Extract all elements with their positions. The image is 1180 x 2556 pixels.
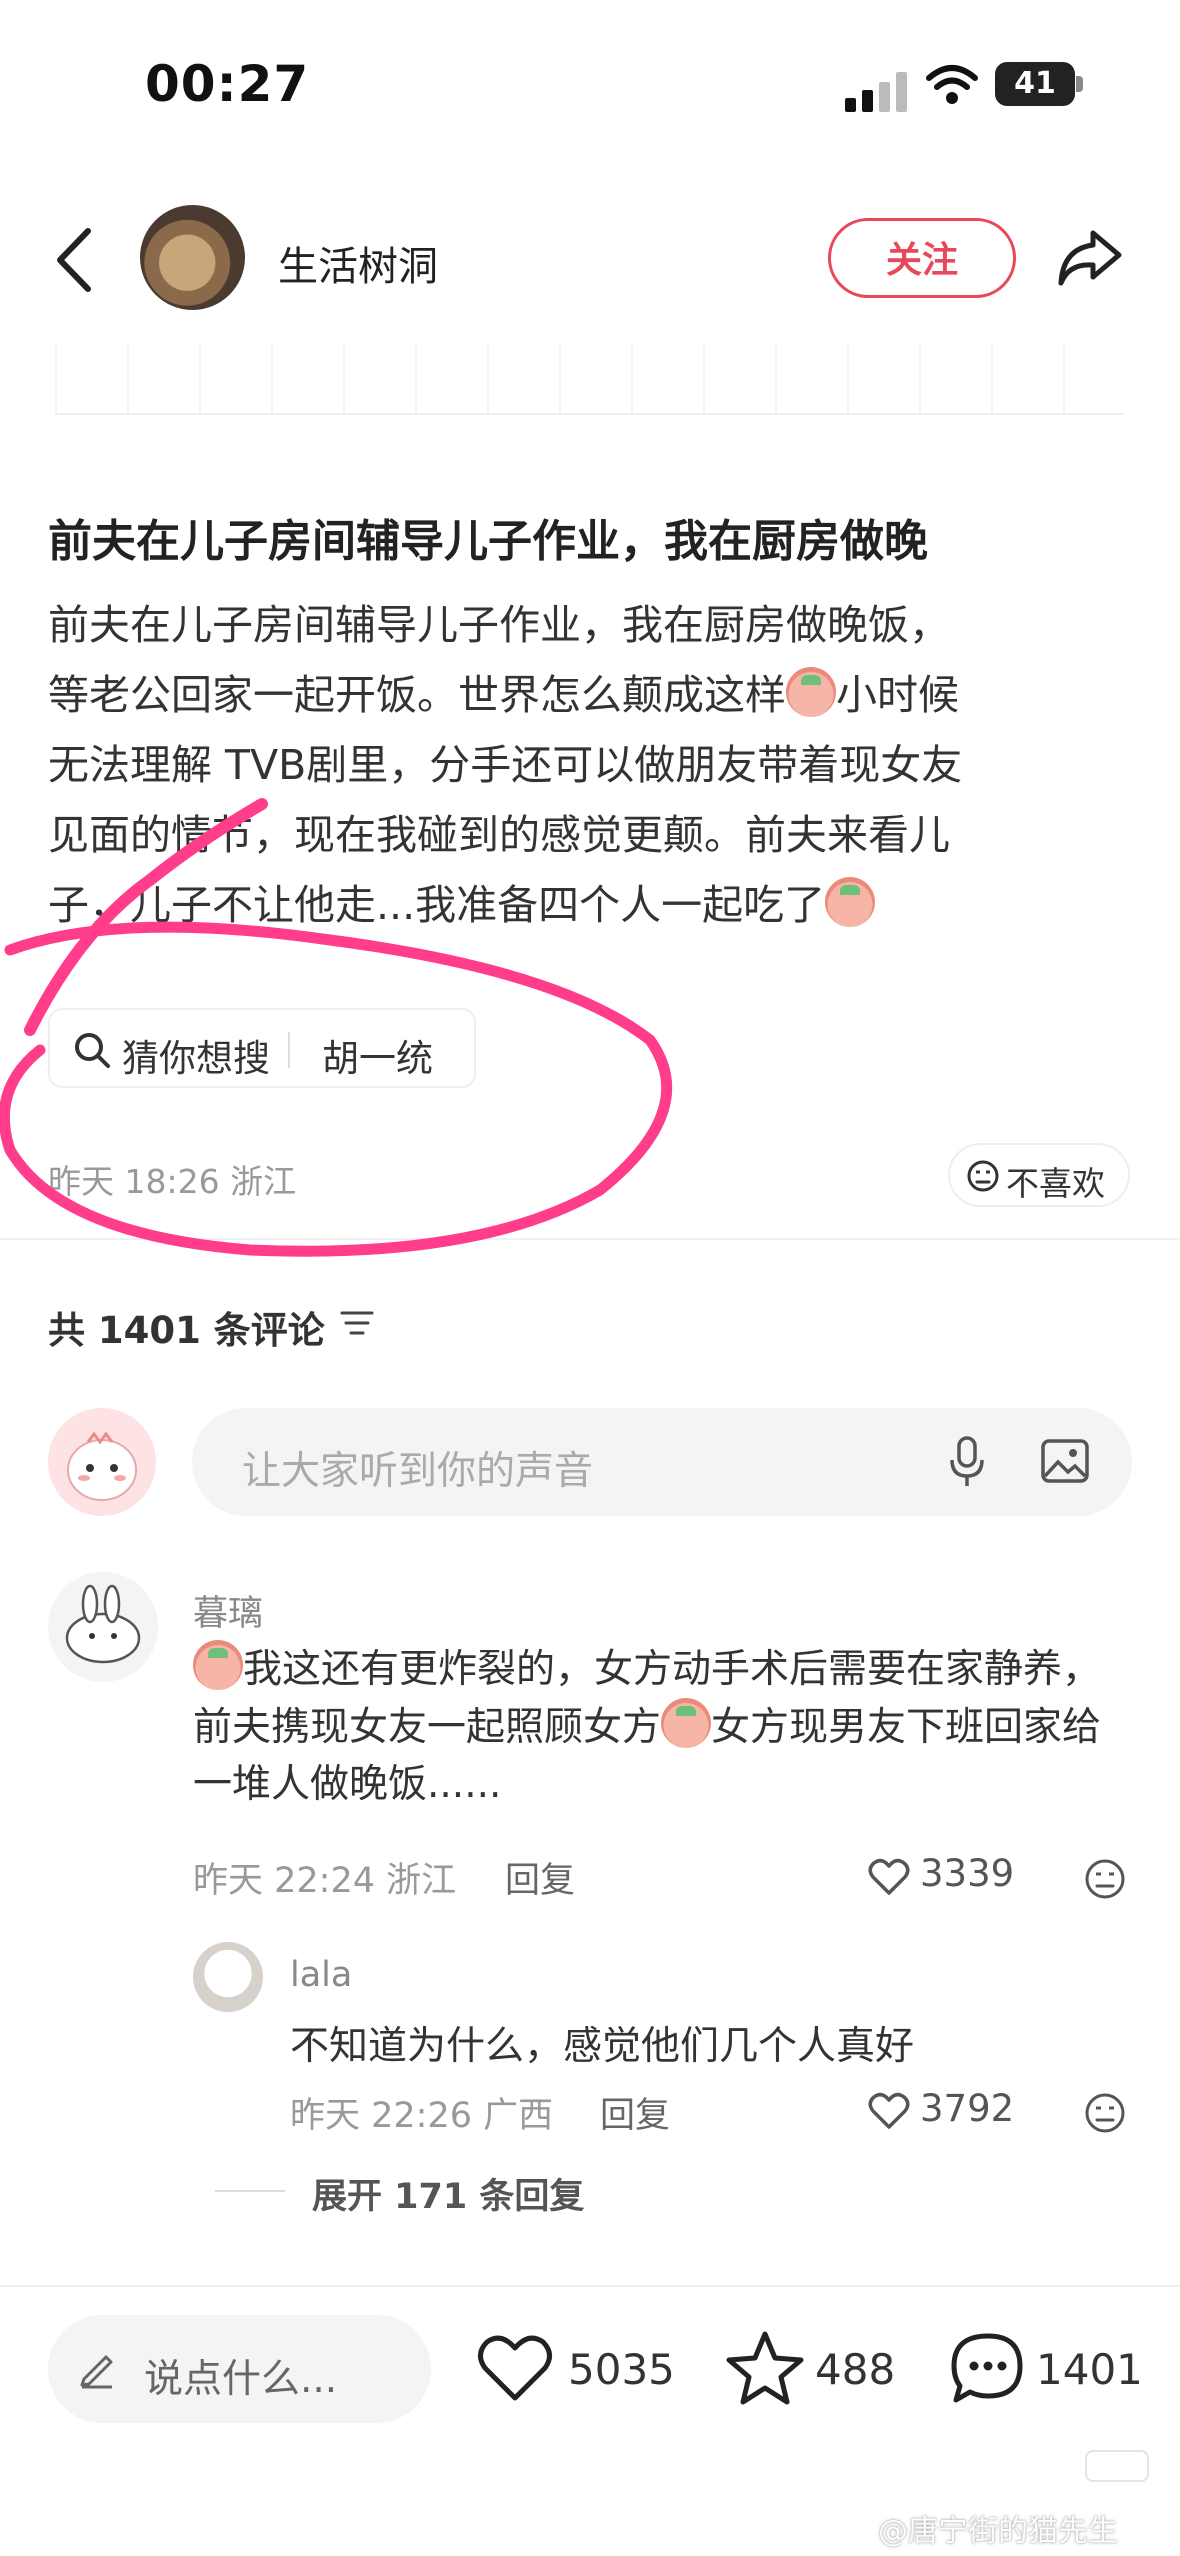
comment-bubble-icon[interactable] bbox=[948, 2328, 1028, 2408]
pink-annotation-circle bbox=[0, 798, 673, 1257]
heart-icon[interactable] bbox=[868, 1858, 910, 1896]
my-avatar[interactable] bbox=[48, 1408, 156, 1516]
dislike-face-icon[interactable] bbox=[1083, 2091, 1127, 2135]
author-name[interactable]: 生活树洞 bbox=[278, 234, 438, 292]
replier-avatar[interactable] bbox=[193, 1942, 263, 2012]
reply-button[interactable]: 回复 bbox=[600, 2087, 670, 2138]
comment-like-count: 3339 bbox=[920, 1852, 1015, 1895]
post-body-text: 等老公回家一起开饭。世界怎么颠成这样 bbox=[48, 671, 786, 719]
status-time: 00:27 bbox=[145, 55, 310, 113]
watermark-logo bbox=[1085, 2450, 1149, 2482]
comment-input-placeholder: 让大家听到你的声音 bbox=[242, 1449, 594, 1494]
commenter-avatar[interactable] bbox=[48, 1572, 158, 1682]
dislike-button[interactable]: 不喜欢 bbox=[948, 1143, 1130, 1207]
reply-button[interactable]: 回复 bbox=[505, 1852, 575, 1903]
reply-text: 不知道为什么，感觉他们几个人真好 bbox=[290, 2024, 915, 2069]
cellular-signal-icon bbox=[845, 68, 915, 112]
comment-input[interactable]: 让大家听到你的声音 bbox=[192, 1408, 1132, 1516]
comment-text: 我这还有更炸裂的，女方动手术后需要在家静养，前夫携现女友一起照顾女方 女方现男友下… bbox=[193, 1640, 1133, 1813]
heart-icon[interactable] bbox=[475, 2328, 555, 2408]
dislike-face-icon[interactable] bbox=[1083, 1857, 1127, 1901]
sort-icon[interactable] bbox=[340, 1308, 374, 1338]
crying-emoji-icon bbox=[786, 667, 836, 717]
crying-emoji-icon bbox=[193, 1640, 243, 1690]
comment-count: 共 1401 条评论 bbox=[48, 1309, 325, 1352]
watermark-text: @唐宁街的猫先生 bbox=[878, 2514, 1118, 2549]
post-body-text: 小时候 bbox=[836, 671, 959, 719]
comments-count: 1401 bbox=[1036, 2345, 1143, 2394]
say-something-input[interactable]: 说点什么... bbox=[48, 2315, 431, 2423]
post-body-line: 前夫在儿子房间辅导儿子作业，我在厨房做晚饭， bbox=[48, 601, 950, 649]
image-icon[interactable] bbox=[1040, 1438, 1090, 1484]
star-count: 488 bbox=[815, 2345, 896, 2394]
bunny-avatar-icon bbox=[65, 1584, 141, 1664]
dislike-label: 不喜欢 bbox=[1006, 1164, 1105, 1203]
wifi-icon bbox=[926, 65, 978, 104]
back-icon[interactable] bbox=[50, 225, 100, 295]
comment-meta: 昨天 22:24 浙江 bbox=[193, 1861, 457, 1901]
author-avatar[interactable] bbox=[140, 205, 245, 310]
reply-like-count: 3792 bbox=[920, 2087, 1015, 2130]
pencil-icon bbox=[80, 2355, 113, 2389]
dislike-face-icon bbox=[967, 1160, 999, 1192]
cartoon-avatar-icon bbox=[67, 1431, 137, 1501]
commenter-name[interactable]: 暮璃 bbox=[193, 1585, 263, 1636]
post-body-line: 等老公回家一起开饭。世界怎么颠成这样 小时候 bbox=[48, 660, 1138, 730]
reply-meta: 昨天 22:26 广西 bbox=[290, 2096, 554, 2136]
heart-icon[interactable] bbox=[868, 2092, 910, 2130]
image-strip bbox=[55, 345, 1125, 415]
expand-line bbox=[215, 2190, 285, 2192]
battery-level: 41 bbox=[995, 62, 1075, 106]
mic-icon[interactable] bbox=[947, 1434, 987, 1490]
post-title: 前夫在儿子房间辅导儿子作业，我在厨房做晚 bbox=[48, 516, 928, 567]
follow-button[interactable]: 关注 bbox=[828, 218, 1016, 298]
replier-name[interactable]: lala bbox=[290, 1955, 352, 1995]
battery-cap bbox=[1076, 76, 1083, 92]
star-icon[interactable] bbox=[725, 2328, 805, 2408]
expand-replies-button[interactable]: 展开 171 条回复 bbox=[312, 2168, 584, 2219]
say-something-label: 说点什么... bbox=[144, 2357, 338, 2402]
crying-emoji-icon bbox=[661, 1698, 712, 1748]
like-count: 5035 bbox=[568, 2345, 675, 2394]
bottom-bar-divider bbox=[0, 2285, 1180, 2287]
sweat-emoji-icon bbox=[825, 877, 876, 927]
share-icon[interactable] bbox=[1055, 225, 1125, 290]
